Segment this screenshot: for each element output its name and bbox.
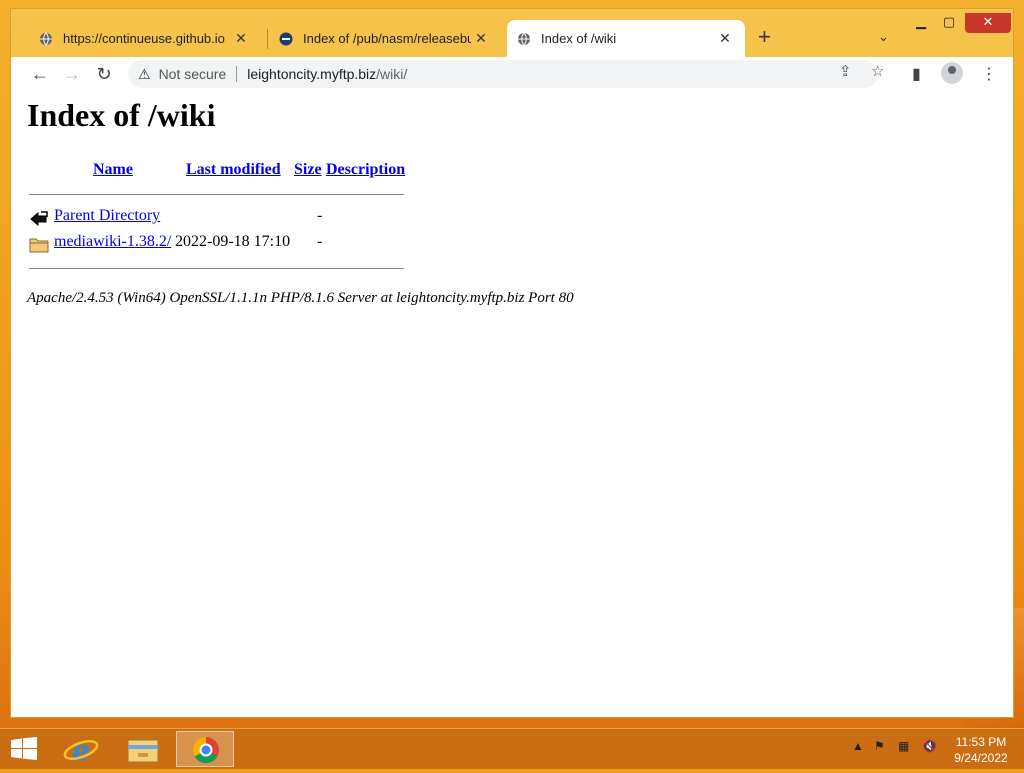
url-host[interactable]: leightoncity.myftp.biz [247,66,376,82]
side-panel-icon[interactable]: ▮ [912,64,921,84]
row-name-link[interactable]: mediawiki-1.38.2/ [54,233,171,251]
divider [29,194,404,195]
chrome-icon[interactable] [176,731,234,767]
row-size: - [317,233,323,250]
tab-nasm[interactable]: Index of /pub/nasm/releasebuilds ✕ [269,20,501,57]
tab-search-chevron-icon[interactable]: ⌄ [878,29,889,45]
security-label[interactable]: Not secure [159,66,227,82]
reload-icon[interactable]: ↻ [91,62,117,86]
menu-kebab-icon[interactable]: ⋮ [981,64,997,84]
volume-muted-icon[interactable]: 🔇 [922,739,937,753]
show-hidden-icons-chevron-icon[interactable]: ▲ [852,739,864,753]
forward-arrow-icon[interactable]: → [59,62,85,86]
page-viewport: Index of /wiki Name Last modified Size D… [11,91,1013,717]
share-icon[interactable]: ⇪ [839,62,852,80]
globe-icon [40,32,52,45]
globe-icon [518,32,530,45]
url-path[interactable]: /wiki/ [376,66,407,82]
back-arrow-icon [30,211,48,227]
bookmark-star-icon[interactable]: ☆ [871,62,884,80]
omnibox-divider [236,66,238,82]
tab-separator [267,29,268,49]
tab-bar: https://continueuse.github.io ✕ Index of… [11,9,1013,57]
clock-time: 11:53 PM [955,735,1007,749]
svg-text:e: e [72,734,90,767]
column-header-description[interactable]: Description [326,161,405,179]
tab-index-wiki[interactable]: Index of /wiki ✕ [507,20,745,57]
nasm-icon [279,32,293,45]
row-size: - [317,207,323,224]
tab-title: Index of /wiki [541,31,617,46]
system-clock[interactable]: 11:53 PM 9/24/2022 [944,734,1018,766]
row-modified: 2022-09-18 17:10 [175,233,291,250]
warning-icon[interactable]: ⚠ [138,66,151,83]
file-explorer-icon[interactable] [114,731,172,767]
browser-window: https://continueuse.github.io ✕ Index of… [10,8,1014,718]
profile-avatar-icon[interactable] [941,62,963,84]
tab-continueuse[interactable]: https://continueuse.github.io ✕ [29,20,261,57]
window-close-button[interactable]: ✕ [965,13,1011,33]
server-signature: Apache/2.4.53 (Win64) OpenSSL/1.1.1n PHP… [27,290,574,306]
minimize-icon[interactable]: ▁ [909,13,933,33]
back-arrow-icon[interactable]: ← [27,62,53,86]
windows-start-icon[interactable] [10,737,38,761]
new-tab-button[interactable]: + [758,26,771,48]
taskbar: e ▲ ⚑ ▦ 🔇 11:53 PM 9/24/2022 [0,728,1024,769]
divider [29,268,404,269]
clock-date: 9/24/2022 [954,751,1008,765]
page-title: Index of /wiki [27,97,216,133]
tab-close-icon[interactable]: ✕ [715,30,735,47]
row-name-link[interactable]: Parent Directory [54,207,160,225]
network-icon[interactable]: ▦ [898,739,909,753]
tab-title: https://continueuse.github.io [63,31,225,46]
tab-close-icon[interactable]: ✕ [231,30,251,47]
folder-icon [29,238,49,253]
internet-explorer-icon[interactable]: e [52,731,110,767]
column-header-name[interactable]: Name [93,161,133,179]
maximize-icon[interactable]: ▢ [937,13,961,33]
tab-title: Index of /pub/nasm/releasebuilds [303,31,471,46]
browser-toolbar: ← → ↻ ⚠ Not secure leightoncity.myftp.bi… [11,57,1013,91]
action-center-flag-icon[interactable]: ⚑ [874,739,885,753]
tab-close-icon[interactable]: ✕ [471,30,491,47]
column-header-size[interactable]: Size [294,161,322,179]
address-bar[interactable]: ⚠ Not secure leightoncity.myftp.biz/wiki… [128,60,878,88]
column-header-last-modified[interactable]: Last modified [186,161,281,179]
